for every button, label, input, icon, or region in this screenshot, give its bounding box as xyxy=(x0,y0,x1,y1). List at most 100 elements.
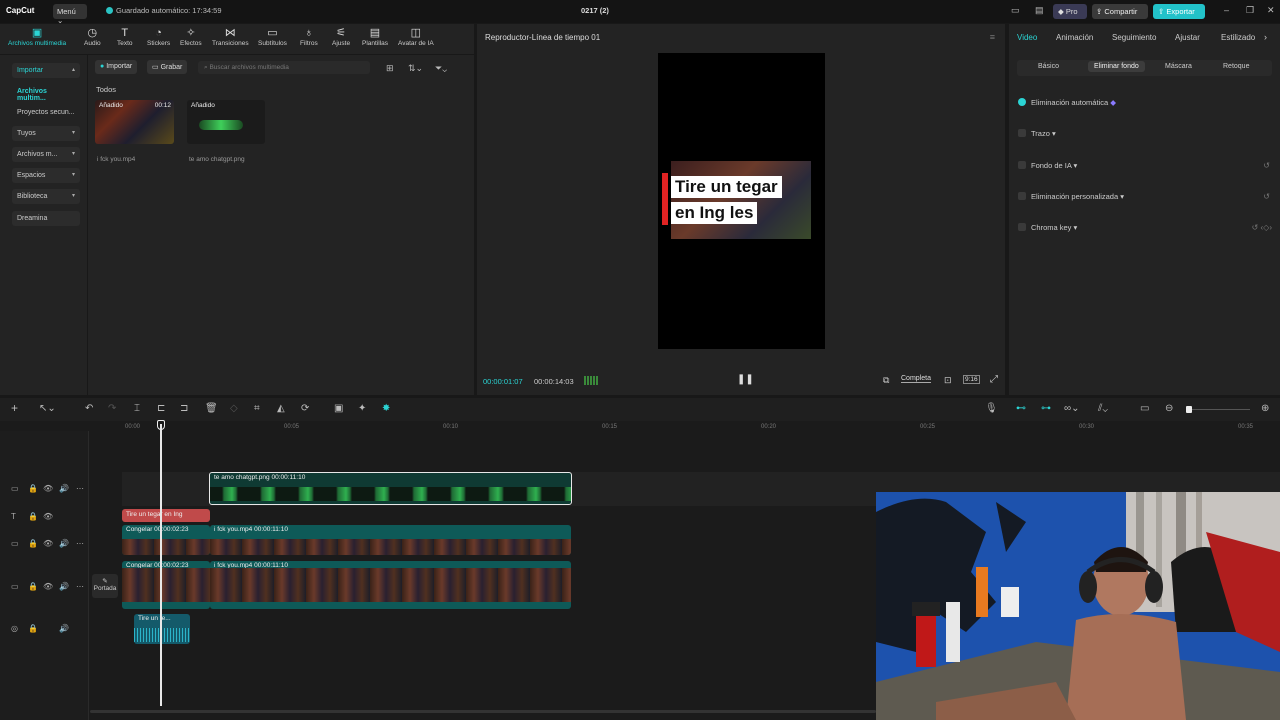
share-button[interactable]: ⇪ Compartir xyxy=(1092,4,1148,19)
checkbox-icon[interactable] xyxy=(1018,223,1026,231)
sidebar-item-media[interactable]: Archivos multim... xyxy=(12,84,80,102)
chain-icon[interactable]: ∞⌄ xyxy=(1064,403,1080,414)
add-track-icon[interactable]: + xyxy=(11,401,18,415)
subtab-retouch[interactable]: Retoque xyxy=(1223,63,1249,70)
redo-icon[interactable]: ↷ xyxy=(108,403,116,414)
preview-axis-icon[interactable]: ⫽⌄ xyxy=(1098,403,1108,414)
microphone-icon[interactable]: 🎙 xyxy=(985,403,998,414)
volume-icon[interactable]: 🔊 xyxy=(59,624,69,633)
grid-view-icon[interactable]: ⊞ xyxy=(386,63,394,74)
split-right-icon[interactable]: ⊐ xyxy=(180,403,188,414)
subtab-mask[interactable]: Máscara xyxy=(1165,63,1192,70)
tool-transitions[interactable]: ⋈ Transiciones xyxy=(212,27,249,47)
snapshot-icon[interactable]: ⊡ xyxy=(944,375,952,386)
media-item-video[interactable]: Añadido 00:12 xyxy=(95,100,174,144)
option-auto-removal[interactable]: Eliminación automática ◆ xyxy=(1018,98,1116,107)
eye-icon[interactable]: 👁 xyxy=(43,539,53,548)
eye-icon[interactable]: 👁 xyxy=(43,512,53,521)
option-chroma-key[interactable]: Chroma key ▾ xyxy=(1018,223,1077,232)
mirror-icon[interactable]: ◭ xyxy=(277,403,285,414)
aspect-ratio-button[interactable]: 9:16 xyxy=(963,375,980,384)
sidebar-item-library[interactable]: Biblioteca ▾ xyxy=(12,189,80,204)
tool-text[interactable]: T Texto xyxy=(117,27,133,47)
sidebar-item-projects[interactable]: Proyectos secun... xyxy=(12,105,80,120)
reset-icon[interactable]: ↺ xyxy=(1263,161,1270,170)
tool-filters[interactable]: ♁ Filtros xyxy=(300,27,318,47)
delete-icon[interactable]: 🗑 xyxy=(205,403,218,414)
audio-clip[interactable]: Tire un te... xyxy=(134,614,190,644)
volume-icon[interactable]: 🔊 xyxy=(59,582,69,591)
magnet-icon[interactable]: ⊷ xyxy=(1016,403,1026,414)
close-icon[interactable]: ✕ xyxy=(1267,5,1275,16)
crop-icon[interactable]: ⧉ xyxy=(883,375,889,386)
zoom-in-icon[interactable]: ⊕ xyxy=(1261,403,1269,414)
option-stroke[interactable]: Trazo ▾ xyxy=(1018,129,1056,138)
checkbox-icon[interactable] xyxy=(1018,192,1026,200)
video-clip-1[interactable]: i fck you.mp4 00:00:11:10 xyxy=(210,525,571,555)
minimize-icon[interactable]: – xyxy=(1224,5,1229,15)
option-custom-removal[interactable]: Eliminación personalizada ▾ xyxy=(1018,192,1124,201)
tool-templates[interactable]: ▤ Plantillas xyxy=(362,27,388,47)
zoom-slider-handle[interactable] xyxy=(1186,406,1192,413)
zoom-out-icon[interactable]: ⊖ xyxy=(1165,403,1173,414)
cover-button[interactable]: ✎ Portada xyxy=(92,574,118,598)
lock-icon[interactable]: 🔒 xyxy=(28,582,38,591)
more-icon[interactable]: ⋯ xyxy=(76,484,84,493)
freeze-icon[interactable]: ▣ xyxy=(334,403,343,414)
filter-icon[interactable]: ⏷⌄ xyxy=(435,63,447,74)
import-button[interactable]: ● Importar xyxy=(95,60,138,74)
video-preview[interactable]: Tire un tegar en Ing les xyxy=(658,53,825,349)
caption-icon[interactable]: ▭ xyxy=(1140,403,1149,414)
sidebar-item-dreamina[interactable]: Dreamina xyxy=(12,211,80,226)
volume-icon[interactable]: 🔊 xyxy=(59,484,69,493)
shortcuts-icon[interactable]: ▤ xyxy=(1035,5,1044,16)
layout-icon[interactable]: ▭ xyxy=(1011,5,1020,16)
option-ai-background[interactable]: Fondo de IA ▾ xyxy=(1018,161,1077,170)
checkbox-icon[interactable] xyxy=(1018,129,1026,137)
pause-icon[interactable]: ❚❚ xyxy=(737,374,754,385)
mark-icon[interactable]: ◇ xyxy=(230,403,238,414)
record-button[interactable]: ▭ Grabar xyxy=(147,60,188,74)
fullscreen-icon[interactable]: ⤢ xyxy=(990,374,998,385)
tab-video[interactable]: Video xyxy=(1017,33,1037,42)
freeze-clip-2[interactable]: Congelar 00:00:02:23 xyxy=(122,561,210,609)
more-icon[interactable]: ⋯ xyxy=(76,539,84,548)
checkbox-checked-icon[interactable] xyxy=(1018,98,1026,106)
subtab-basic[interactable]: Básico xyxy=(1038,63,1059,70)
lock-icon[interactable]: 🔒 xyxy=(28,539,38,548)
tool-effects[interactable]: ✧ Efectos xyxy=(180,27,202,47)
image-clip[interactable]: te amo chatgpt.png 00:00:11:10 xyxy=(209,472,572,505)
view-mode-select[interactable]: Completa xyxy=(901,375,931,383)
rotate-icon[interactable]: ⟳ xyxy=(301,403,309,414)
split-left-icon[interactable]: ⊏ xyxy=(157,403,165,414)
tool-audio[interactable]: ◷ Audio xyxy=(84,27,101,47)
lock-icon[interactable]: 🔒 xyxy=(28,624,38,633)
keyframe-controls-icon[interactable]: ↺ ‹◇› xyxy=(1252,223,1272,232)
lock-icon[interactable]: 🔒 xyxy=(28,512,38,521)
reset-icon[interactable]: ↺ xyxy=(1263,192,1270,201)
sidebar-item-spaces[interactable]: Espacios ▾ xyxy=(12,168,80,183)
video-clip-2[interactable]: i fck you.mp4 00:00:11:10 xyxy=(210,561,571,609)
magic-icon[interactable]: ✦ xyxy=(358,403,366,414)
tool-media[interactable]: ▣ Archivos multimedia xyxy=(8,27,66,47)
lock-icon[interactable]: 🔒 xyxy=(28,484,38,493)
split-icon[interactable]: ⌶ xyxy=(134,403,140,414)
project-name[interactable]: 0217 (2) xyxy=(581,6,609,15)
export-button[interactable]: ⇧ Exportar xyxy=(1153,4,1205,19)
checkbox-icon[interactable] xyxy=(1018,161,1026,169)
tool-ai-avatar[interactable]: ◫ Avatar de IA xyxy=(398,27,434,47)
eye-icon[interactable]: 👁 xyxy=(43,582,53,591)
tab-animation[interactable]: Animación xyxy=(1056,33,1093,42)
tab-stylize[interactable]: Estilizado xyxy=(1221,33,1255,42)
zoom-slider[interactable] xyxy=(1186,406,1250,413)
sidebar-item-files[interactable]: Archivos m... ▾ xyxy=(12,147,80,162)
ai-cutout-icon[interactable]: ✸ xyxy=(382,403,390,414)
search-input[interactable]: ⌕ Buscar archivos multimedia xyxy=(198,61,370,74)
volume-icon[interactable]: 🔊 xyxy=(59,539,69,548)
tool-adjust[interactable]: ⚟ Ajuste xyxy=(332,27,350,47)
menu-button[interactable]: Menú ⌄ xyxy=(53,4,87,25)
pro-button[interactable]: ◆ Pro xyxy=(1053,4,1087,19)
tool-subtitles[interactable]: ▭ Subtítulos xyxy=(258,27,287,47)
sort-icon[interactable]: ⇅⌄ xyxy=(408,63,423,74)
media-item-image[interactable]: Añadido xyxy=(187,100,265,144)
